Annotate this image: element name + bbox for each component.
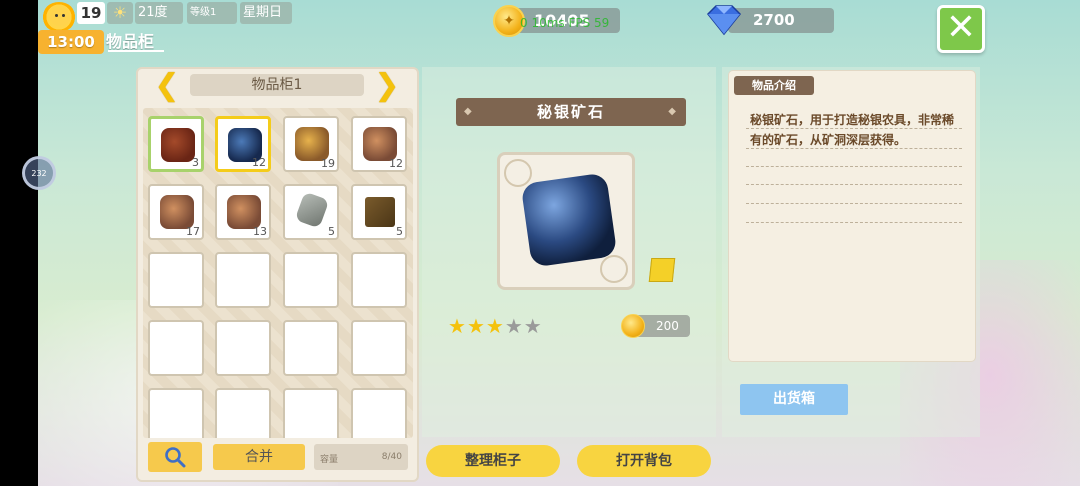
floating-assist-button[interactable]: 232 <box>22 156 56 190</box>
star-empty-icon: ★ <box>504 314 524 338</box>
frame-ornament <box>600 255 628 283</box>
level-label: 等级1 <box>187 2 237 24</box>
empty-slot[interactable] <box>148 320 204 376</box>
empty-slot[interactable] <box>148 252 204 308</box>
tab-underline <box>108 50 164 52</box>
close-button[interactable]: ✕ <box>937 5 985 53</box>
empty-slot[interactable] <box>283 252 339 308</box>
item-slot[interactable]: 13 <box>215 184 271 240</box>
merge-button[interactable]: 合并 <box>213 444 305 470</box>
wood-block-icon <box>365 197 395 227</box>
item-price: 200 <box>656 319 679 333</box>
weekday-label: 星期日 <box>240 2 292 24</box>
item-slot[interactable]: 5 <box>351 184 407 240</box>
prev-cabinet-arrow-icon[interactable]: ❮ <box>150 70 184 102</box>
empty-slot[interactable] <box>148 388 204 438</box>
gem-balance: 2700 <box>753 11 795 29</box>
item-count: 12 <box>389 157 403 170</box>
empty-slot[interactable] <box>283 388 339 438</box>
close-icon: ✕ <box>945 7 977 48</box>
day-counter: 19 <box>77 2 105 24</box>
star-empty-icon: ★ <box>523 314 543 338</box>
item-name-banner: 秘银矿石 <box>456 98 686 126</box>
item-slot[interactable]: 5 <box>283 184 339 240</box>
item-count: 12 <box>252 156 266 169</box>
ruled-line <box>746 184 962 185</box>
fps-overlay: 0 10ms FPS 59 <box>520 16 610 30</box>
empty-slot[interactable] <box>215 252 271 308</box>
rarity-stars: ★★★★★ <box>448 314 543 338</box>
empty-slot[interactable] <box>351 252 407 308</box>
sun-mascot-icon <box>40 2 78 32</box>
game-clock: 13:00 <box>38 30 104 54</box>
item-slot[interactable]: 19 <box>283 116 339 172</box>
ruled-line <box>746 203 962 204</box>
copper-ore-icon <box>160 195 194 229</box>
item-slot[interactable]: 12 <box>351 116 407 172</box>
item-count: 5 <box>396 225 403 238</box>
star-filled-icon: ★ <box>466 314 486 338</box>
open-bag-button[interactable]: 打开背包 <box>577 445 711 477</box>
capacity-indicator: 容量 8/40 <box>314 444 408 470</box>
empty-slot[interactable] <box>351 320 407 376</box>
cabinet-name: 物品柜1 <box>190 74 364 96</box>
ruled-line <box>746 222 962 223</box>
capacity-value: 8/40 <box>381 452 402 462</box>
ruled-line <box>746 166 962 167</box>
item-count: 17 <box>186 225 200 238</box>
coin-icon <box>621 314 645 338</box>
diamond-icon <box>706 5 742 36</box>
item-slot-selected[interactable]: 12 <box>215 116 271 172</box>
stone-icon <box>294 191 330 229</box>
search-button[interactable] <box>148 442 202 472</box>
dark-red-ore-icon <box>161 128 195 162</box>
mithril-ore-large-icon <box>520 172 618 268</box>
gold-ore-icon <box>295 127 329 161</box>
star-filled-icon: ★ <box>485 314 505 338</box>
description-tag: 物品介绍 <box>734 76 814 95</box>
search-icon <box>165 447 186 468</box>
empty-slot[interactable] <box>283 320 339 376</box>
shipping-box-button[interactable]: 出货箱 <box>740 384 848 415</box>
item-slot[interactable]: 17 <box>148 184 204 240</box>
cube-icon[interactable] <box>648 258 676 282</box>
item-description: 秘银矿石，用于打造秘银农具，非常稀有的矿石，从矿洞深层获得。 <box>750 113 955 147</box>
frame-ornament <box>504 159 532 187</box>
copper-ore-icon <box>227 195 261 229</box>
item-count: 3 <box>192 156 199 169</box>
empty-slot[interactable] <box>215 320 271 376</box>
item-grid: 3 12 19 12 17 13 5 5 <box>143 108 413 438</box>
star-filled-icon: ★ <box>448 314 467 338</box>
item-count: 13 <box>253 225 267 238</box>
sort-cabinet-button[interactable]: 整理柜子 <box>426 445 560 477</box>
copper-ore-icon <box>363 127 397 161</box>
item-count: 5 <box>328 225 335 238</box>
sun-icon: ☀ <box>107 2 133 24</box>
capacity-label: 容量 <box>320 455 339 465</box>
empty-slot[interactable] <box>351 388 407 438</box>
item-count: 19 <box>321 157 335 170</box>
next-cabinet-arrow-icon[interactable]: ❯ <box>370 70 404 102</box>
item-slot[interactable]: 3 <box>148 116 204 172</box>
empty-slot[interactable] <box>215 388 271 438</box>
page-title: 物品柜 <box>106 32 155 51</box>
temperature-label: 21度 <box>135 2 183 24</box>
